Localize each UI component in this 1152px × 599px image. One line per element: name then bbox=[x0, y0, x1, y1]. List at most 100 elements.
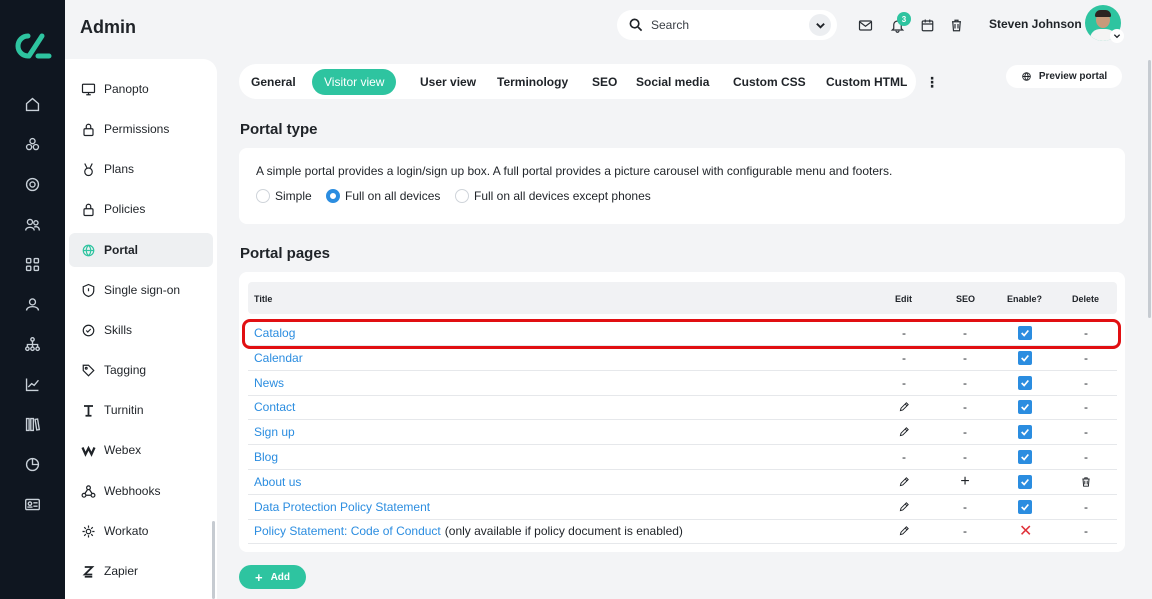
page-title-link[interactable]: Sign up bbox=[254, 425, 295, 439]
settings-sidebar: Panopto Permissions Plans Policies Porta… bbox=[65, 59, 217, 599]
tab-visitor-view[interactable]: Visitor view bbox=[312, 69, 397, 95]
page-title-link[interactable]: Data Protection Policy Statement bbox=[254, 500, 430, 514]
seo-value: - bbox=[963, 450, 967, 464]
table-row: Contact - - bbox=[248, 395, 1117, 421]
globe-icon bbox=[82, 244, 95, 256]
enable-checkbox[interactable] bbox=[1018, 375, 1032, 390]
courses-icon[interactable] bbox=[22, 134, 42, 154]
page-title-link[interactable]: Contact bbox=[254, 400, 295, 414]
sidebar-scrollbar[interactable] bbox=[212, 521, 215, 599]
trash-icon[interactable] bbox=[947, 16, 965, 34]
mail-icon[interactable] bbox=[856, 16, 874, 34]
enable-checkbox[interactable] bbox=[1018, 425, 1032, 440]
user-name[interactable]: Steven Johnson bbox=[989, 17, 1082, 31]
sidebar-item-label: Policies bbox=[104, 202, 146, 216]
add-page-button[interactable]: + Add bbox=[239, 565, 306, 589]
enable-checkbox[interactable] bbox=[1018, 499, 1032, 514]
search-box[interactable] bbox=[617, 10, 837, 40]
enable-checkbox[interactable] bbox=[1018, 400, 1032, 415]
search-dropdown-button[interactable] bbox=[809, 14, 831, 36]
portal-type-heading: Portal type bbox=[240, 121, 318, 138]
enable-checkbox[interactable] bbox=[1018, 350, 1032, 365]
sidebar-item-skills[interactable]: Skills bbox=[69, 313, 213, 347]
app-rail bbox=[0, 0, 65, 599]
sidebar-item-panopto[interactable]: Panopto bbox=[69, 72, 213, 106]
page-title-link[interactable]: Policy Statement: Code of Conduct bbox=[254, 524, 441, 538]
sidebar-item-policies[interactable]: Policies bbox=[69, 192, 213, 226]
radio-full-except-phones[interactable]: Full on all devices except phones bbox=[455, 189, 651, 203]
seo-value: - bbox=[963, 425, 967, 440]
enable-checkbox[interactable] bbox=[1018, 326, 1032, 340]
sidebar-item-webex[interactable]: Webex bbox=[69, 433, 213, 467]
sidebar-item-zapier[interactable]: Zapier bbox=[69, 554, 213, 588]
seo-value: - bbox=[963, 400, 967, 415]
monitor-icon bbox=[81, 83, 96, 95]
edit-pencil-icon[interactable] bbox=[898, 395, 910, 419]
edit-pencil-icon[interactable] bbox=[898, 470, 910, 494]
sidebar-item-workato[interactable]: Workato bbox=[69, 514, 213, 548]
page-scrollbar[interactable] bbox=[1148, 60, 1151, 318]
tab-custom-html[interactable]: Custom HTML bbox=[814, 69, 919, 95]
sidebar-item-webhooks[interactable]: Webhooks bbox=[69, 474, 213, 508]
radio-simple[interactable]: Simple bbox=[256, 189, 312, 203]
tab-user-view[interactable]: User view bbox=[408, 69, 488, 95]
enable-checkbox[interactable] bbox=[1018, 450, 1032, 464]
radio-button-selected[interactable] bbox=[326, 189, 340, 203]
shield-icon bbox=[82, 283, 95, 297]
sidebar-item-single-sign-on[interactable]: Single sign-on bbox=[69, 273, 213, 307]
edit-pencil-icon[interactable] bbox=[898, 519, 910, 543]
sidebar-item-label: Webhooks bbox=[104, 484, 161, 498]
page-title-link[interactable]: Catalog bbox=[254, 326, 295, 340]
grid-icon[interactable] bbox=[22, 254, 42, 274]
sidebar-item-label: Panopto bbox=[104, 82, 149, 96]
edit-pencil-icon[interactable] bbox=[898, 420, 910, 444]
radio-button[interactable] bbox=[256, 189, 270, 203]
enable-checkbox[interactable] bbox=[1018, 474, 1032, 489]
tab-seo[interactable]: SEO bbox=[580, 69, 629, 95]
sidebar-item-label: Single sign-on bbox=[104, 283, 181, 297]
page-title-link[interactable]: About us bbox=[254, 475, 301, 489]
avatar-chevron-down-icon[interactable] bbox=[1110, 29, 1124, 43]
turnitin-icon bbox=[84, 404, 93, 417]
id-card-icon[interactable] bbox=[22, 494, 42, 514]
target-icon[interactable] bbox=[22, 174, 42, 194]
home-icon[interactable] bbox=[22, 94, 42, 114]
tab-terminology[interactable]: Terminology bbox=[485, 69, 580, 95]
sidebar-item-permissions[interactable]: Permissions bbox=[69, 112, 213, 146]
seo-value[interactable]: + bbox=[959, 470, 971, 494]
table-row: Calendar - - - bbox=[248, 346, 1117, 371]
library-icon[interactable] bbox=[22, 414, 42, 434]
brand-logo-icon[interactable] bbox=[12, 30, 52, 62]
tab-social-media[interactable]: Social media bbox=[624, 69, 721, 95]
seo-value: - bbox=[963, 326, 967, 340]
page-title-link[interactable]: Blog bbox=[254, 450, 278, 464]
sidebar-item-tagging[interactable]: Tagging bbox=[69, 353, 213, 387]
page-title-link[interactable]: News bbox=[254, 376, 284, 390]
edit-pencil-icon[interactable] bbox=[898, 495, 910, 519]
table-row: Data Protection Policy Statement - - bbox=[248, 495, 1117, 520]
tab-custom-css[interactable]: Custom CSS bbox=[721, 69, 818, 95]
more-tabs-icon[interactable]: ⋮ bbox=[922, 73, 942, 91]
sidebar-item-portal[interactable]: Portal bbox=[69, 233, 213, 267]
zapier-icon bbox=[82, 565, 95, 578]
page-title-link[interactable]: Calendar bbox=[254, 351, 303, 365]
calendar-icon[interactable] bbox=[918, 16, 936, 34]
delete-trash-icon[interactable] bbox=[1080, 470, 1092, 494]
users-group-icon[interactable] bbox=[22, 214, 42, 234]
search-input[interactable] bbox=[651, 18, 791, 32]
user-icon[interactable] bbox=[22, 294, 42, 314]
hierarchy-icon[interactable] bbox=[22, 334, 42, 354]
delete-value: - bbox=[1084, 450, 1088, 464]
column-title: Title bbox=[254, 294, 273, 304]
sidebar-item-turnitin[interactable]: Turnitin bbox=[69, 393, 213, 427]
radio-full-all-devices[interactable]: Full on all devices bbox=[326, 189, 440, 203]
column-enable: Enable? bbox=[1007, 294, 1043, 304]
preview-portal-button[interactable]: Preview portal bbox=[1006, 65, 1122, 88]
tab-general[interactable]: General bbox=[239, 69, 308, 95]
chart-icon[interactable] bbox=[22, 374, 42, 394]
pie-icon[interactable] bbox=[22, 454, 42, 474]
sidebar-item-label: Zapier bbox=[104, 564, 139, 578]
table-row: Blog - - - bbox=[248, 445, 1117, 470]
sidebar-item-plans[interactable]: Plans bbox=[69, 152, 213, 186]
radio-button[interactable] bbox=[455, 189, 469, 203]
